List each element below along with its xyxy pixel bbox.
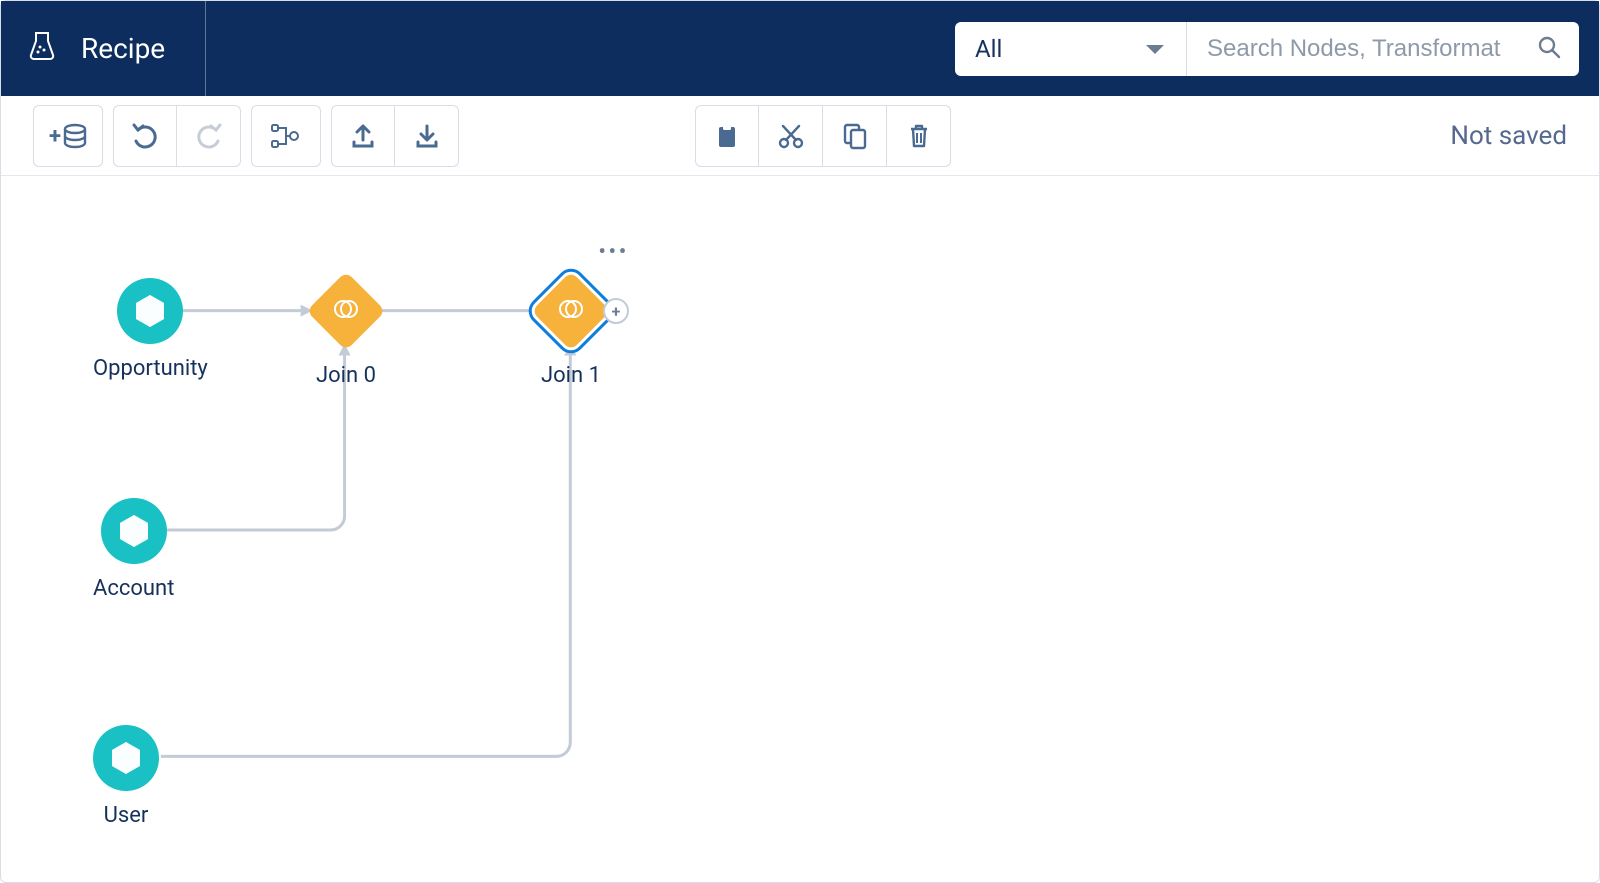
join-icon bbox=[531, 271, 610, 350]
recipe-canvas[interactable]: Opportunity Account User bbox=[1, 176, 1599, 882]
node-join0[interactable]: Join 0 bbox=[306, 271, 386, 388]
add-input-button[interactable]: + bbox=[33, 105, 103, 167]
toolbar: + bbox=[1, 96, 1599, 176]
node-label: User bbox=[104, 803, 149, 828]
app-header: Recipe All bbox=[1, 1, 1599, 96]
node-label: Account bbox=[93, 576, 174, 601]
search-input[interactable] bbox=[1205, 34, 1537, 64]
redo-button bbox=[177, 105, 241, 167]
node-label: Join 0 bbox=[316, 363, 376, 388]
recipe-icon bbox=[29, 30, 55, 67]
node-label: Opportunity bbox=[93, 356, 208, 381]
chevron-down-icon bbox=[1144, 35, 1166, 63]
upload-button[interactable] bbox=[331, 105, 395, 167]
join-icon bbox=[306, 271, 385, 350]
node-account[interactable]: Account bbox=[93, 498, 174, 601]
node-user[interactable]: User bbox=[93, 725, 159, 828]
node-label: Join 1 bbox=[541, 363, 601, 388]
header-divider bbox=[205, 1, 206, 96]
undo-button[interactable] bbox=[113, 105, 177, 167]
dataset-icon bbox=[117, 278, 183, 344]
download-button[interactable] bbox=[395, 105, 459, 167]
paste-button[interactable] bbox=[695, 105, 759, 167]
copy-button[interactable] bbox=[823, 105, 887, 167]
node-actions-menu[interactable]: ••• bbox=[598, 239, 629, 263]
search-scope-dropdown[interactable]: All bbox=[955, 22, 1187, 76]
node-opportunity[interactable]: Opportunity bbox=[93, 278, 208, 381]
dataset-icon bbox=[101, 498, 167, 564]
layout-button[interactable] bbox=[251, 105, 321, 167]
node-join1[interactable]: ••• + Join 1 bbox=[531, 271, 611, 388]
search-scope-label: All bbox=[975, 35, 1002, 63]
svg-text:+: + bbox=[49, 124, 61, 149]
cut-button[interactable] bbox=[759, 105, 823, 167]
delete-button[interactable] bbox=[887, 105, 951, 167]
save-status: Not saved bbox=[1450, 121, 1567, 151]
search-icon bbox=[1537, 35, 1561, 63]
add-downstream-button[interactable]: + bbox=[603, 298, 629, 324]
page-title: Recipe bbox=[81, 32, 165, 65]
dataset-icon bbox=[93, 725, 159, 791]
